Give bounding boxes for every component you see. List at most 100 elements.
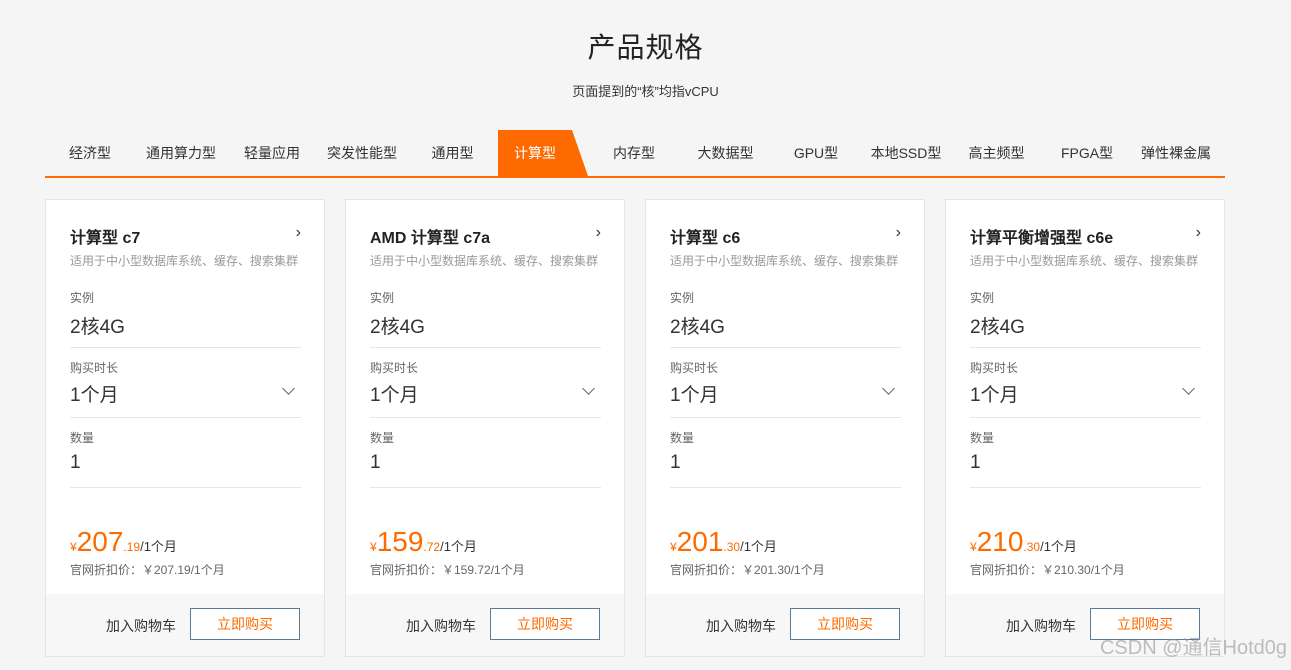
divider [970,417,1201,418]
tab-memory[interactable]: 内存型 [572,130,680,176]
tab-lightweight[interactable]: 轻量应用 [227,130,317,176]
price-integer: 207 [76,526,124,557]
instance-value: 2核4G [670,317,725,338]
divider [370,487,601,488]
duration-label: 购买时长 [70,361,119,375]
duration-label: 购买时长 [670,361,719,375]
currency-symbol: ¥ [370,540,377,554]
divider [670,347,901,348]
instance-label: 实例 [670,291,695,305]
price-unit: /1个月 [740,539,777,554]
price-integer: 210 [976,526,1024,557]
price-unit: /1个月 [440,539,477,554]
card-description: 适用于中小型数据库系统、缓存、搜索集群 [670,254,899,268]
card-title[interactable]: 计算平衡增强型 c6e [970,224,1113,248]
discount-price-note: 官网折扣价：￥207.19/1个月 [70,563,225,577]
add-to-cart-button[interactable]: 加入购物车 [706,616,776,636]
watermark: CSDN @通信Hotd0g [1099,637,1287,659]
tab-big-data[interactable]: 大数据型 [680,130,771,176]
tab-high-frequency[interactable]: 高主频型 [951,130,1042,176]
instance-label: 实例 [70,291,95,305]
price: ¥159.72/1个月 [370,526,477,558]
tab-general-purpose[interactable]: 通用型 [407,130,498,176]
divider [70,487,301,488]
tab-fpga[interactable]: FPGA型 [1042,130,1132,176]
duration-select[interactable]: 1个月 [670,380,719,407]
duration-select[interactable]: 1个月 [70,380,119,407]
quantity-label: 数量 [970,431,995,445]
instance-value: 2核4G [370,317,425,338]
quantity-label: 数量 [370,431,395,445]
product-tabs: 经济型 通用算力型 轻量应用 突发性能型 通用型 计算型 内存型 大数据型 GP… [45,130,1225,178]
card-description: 适用于中小型数据库系统、缓存、搜索集群 [70,254,299,268]
chevron-down-icon[interactable] [582,382,595,395]
instance-label: 实例 [370,291,395,305]
card-footer: 加入购物车 立即购买 [346,594,624,656]
currency-symbol: ¥ [970,540,977,554]
instance-label: 实例 [970,291,995,305]
product-card: AMD 计算型 c7a › 适用于中小型数据库系统、缓存、搜索集群 实例 2核4… [345,199,625,657]
price-integer: 201 [676,526,724,557]
tab-gpu[interactable]: GPU型 [771,130,861,176]
chevron-right-icon[interactable]: › [596,224,601,242]
discount-price-note: 官网折扣价：￥210.30/1个月 [970,563,1125,577]
price-unit: /1个月 [140,539,177,554]
divider [70,417,301,418]
duration-label: 购买时长 [970,361,1019,375]
card-footer: 加入购物车 立即购买 [646,594,924,656]
tab-compute[interactable]: 计算型 [498,130,588,176]
card-description: 适用于中小型数据库系统、缓存、搜索集群 [370,254,599,268]
tab-economy[interactable]: 经济型 [45,130,135,176]
price-unit: /1个月 [1040,539,1077,554]
price: ¥210.30/1个月 [970,526,1077,558]
currency-symbol: ¥ [670,540,677,554]
card-title[interactable]: 计算型 c6 [670,224,740,248]
instance-value: 2核4G [970,317,1025,338]
instance-value: 2核4G [70,317,125,338]
divider [70,347,301,348]
buy-now-button[interactable]: 立即购买 [190,608,300,640]
card-description: 适用于中小型数据库系统、缓存、搜索集群 [970,254,1199,268]
chevron-right-icon[interactable]: › [1196,224,1201,242]
duration-select[interactable]: 1个月 [970,380,1019,407]
product-card: 计算平衡增强型 c6e › 适用于中小型数据库系统、缓存、搜索集群 实例 2核4… [945,199,1225,657]
buy-now-button[interactable]: 立即购买 [790,608,900,640]
add-to-cart-button[interactable]: 加入购物车 [406,616,476,636]
currency-symbol: ¥ [70,540,77,554]
quantity-value[interactable]: 1 [70,452,81,474]
divider [670,417,901,418]
chevron-down-icon[interactable] [282,382,295,395]
chevron-right-icon[interactable]: › [296,224,301,242]
price-decimal: .30 [1023,540,1041,554]
chevron-down-icon[interactable] [882,382,895,395]
card-title[interactable]: 计算型 c7 [70,224,140,248]
page-subtitle: 页面提到的“核”均指vCPU [572,84,719,99]
discount-price-note: 官网折扣价：￥159.72/1个月 [370,563,525,577]
quantity-value[interactable]: 1 [370,452,381,474]
product-card: 计算型 c7 › 适用于中小型数据库系统、缓存、搜索集群 实例 2核4G 购买时… [45,199,325,657]
price-integer: 159 [376,526,424,557]
add-to-cart-button[interactable]: 加入购物车 [1006,616,1076,636]
quantity-value[interactable]: 1 [670,452,681,474]
quantity-value[interactable]: 1 [970,452,981,474]
duration-select[interactable]: 1个月 [370,380,419,407]
quantity-label: 数量 [670,431,695,445]
chevron-right-icon[interactable]: › [896,224,901,242]
tab-burstable[interactable]: 突发性能型 [317,130,407,176]
tab-bare-metal[interactable]: 弹性裸金属 [1132,130,1220,176]
product-card: 计算型 c6 › 适用于中小型数据库系统、缓存、搜索集群 实例 2核4G 购买时… [645,199,925,657]
card-title[interactable]: AMD 计算型 c7a [370,224,490,248]
discount-price-note: 官网折扣价：￥201.30/1个月 [670,563,825,577]
add-to-cart-button[interactable]: 加入购物车 [106,616,176,636]
buy-now-button[interactable]: 立即购买 [490,608,600,640]
price: ¥207.19/1个月 [70,526,177,558]
tab-general-compute[interactable]: 通用算力型 [135,130,227,176]
divider [370,417,601,418]
tab-local-ssd[interactable]: 本地SSD型 [861,130,951,176]
divider [970,347,1201,348]
price-decimal: .30 [723,540,741,554]
card-footer: 加入购物车 立即购买 [46,594,324,656]
divider [970,487,1201,488]
product-cards: 计算型 c7 › 适用于中小型数据库系统、缓存、搜索集群 实例 2核4G 购买时… [45,199,1225,659]
chevron-down-icon[interactable] [1182,382,1195,395]
